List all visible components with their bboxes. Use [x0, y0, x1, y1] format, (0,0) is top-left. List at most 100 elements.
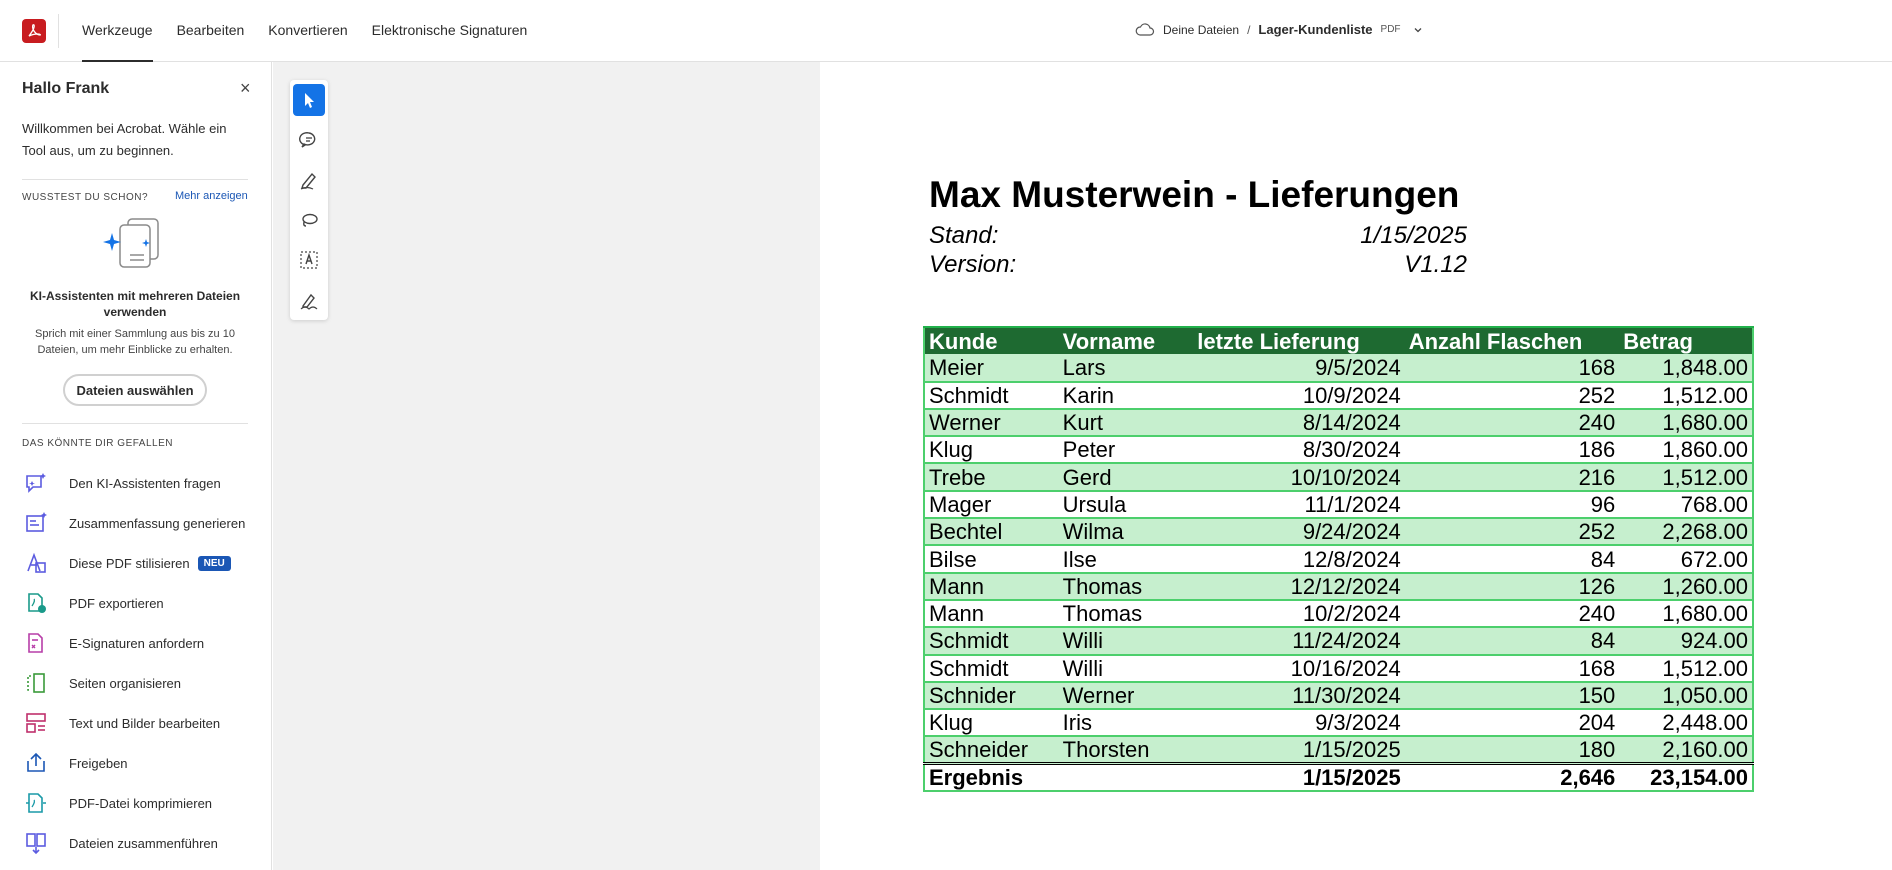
greeting-title: Hallo Frank — [22, 80, 110, 97]
tip-text: Sprich mit einer Sammlung aus bis zu 10 … — [35, 328, 235, 356]
tool-compress[interactable]: PDF-Datei komprimieren — [22, 783, 262, 823]
table-cell: Schmidt — [929, 655, 1009, 681]
header-betrag: Betrag — [1619, 325, 1753, 355]
version-value: V1.12 — [1404, 251, 1467, 278]
table-cell: 10/16/2024 — [1290, 655, 1401, 681]
close-icon[interactable]: × — [240, 78, 251, 99]
sign-tool-button[interactable] — [293, 284, 325, 316]
nav-edit[interactable]: Bearbeiten — [177, 0, 257, 62]
table-cell: Lars — [1062, 354, 1106, 380]
table-cell: 8/30/2024 — [1302, 437, 1401, 463]
acrobat-logo-icon[interactable] — [22, 19, 46, 43]
tool-edit-text-images[interactable]: Text und Bilder bearbeiten — [22, 703, 262, 743]
tool-label: Text und Bilder bearbeiten — [69, 715, 221, 731]
table-cell: Trebe — [929, 464, 986, 490]
compress-icon — [22, 789, 50, 817]
tool-merge[interactable]: Dateien zusammenführen — [22, 823, 262, 863]
tool-stylize[interactable]: Diese PDF stilisieren NEU — [22, 543, 262, 583]
table-cell: 9/5/2024 — [1315, 354, 1401, 380]
lasso-tool-button[interactable] — [293, 204, 325, 236]
table-cell: Gerd — [1062, 464, 1112, 490]
table-cell: Wilma — [1062, 519, 1124, 545]
organize-pages-icon — [22, 669, 50, 697]
table-cell: 204 — [1578, 710, 1616, 736]
table-cell: Thorsten — [1062, 737, 1150, 763]
main-nav: Werkzeuge Bearbeiten Konvertieren Elektr… — [82, 0, 551, 62]
table-cell: 1,680.00 — [1662, 410, 1748, 436]
header-anzahl-flaschen: Anzahl Flaschen — [1404, 325, 1620, 355]
draw-tool-button[interactable] — [293, 164, 325, 196]
chevron-down-icon[interactable] — [1413, 25, 1423, 35]
deliveries-table: Kunde Vorname letzte Lieferung Anzahl Fl… — [923, 325, 1754, 792]
tool-label: Zusammenfassung generieren — [69, 515, 246, 531]
stand-value: 1/15/2025 — [1360, 222, 1467, 249]
nav-convert[interactable]: Konvertieren — [268, 0, 359, 62]
table-cell: Peter — [1062, 437, 1116, 463]
draw-icon — [300, 172, 316, 190]
table-cell: 12/12/2024 — [1290, 573, 1401, 599]
table-row: Bechtel Wilma 9/24/2024 252 2,268.00 — [924, 518, 1753, 546]
total-cell: 2,646 — [1404, 762, 1620, 792]
new-badge: NEU — [197, 555, 231, 571]
table-row: Schmidt Willi 10/16/2024 168 1,512.00 — [924, 654, 1753, 682]
tool-list: Den KI-Assistenten fragen Zusammenfassun… — [22, 463, 262, 863]
show-more-link[interactable]: Mehr anzeigen — [175, 190, 248, 202]
table-cell: 2,160.00 — [1662, 737, 1748, 763]
table-cell: 11/1/2024 — [1304, 491, 1401, 517]
tool-organize[interactable]: Seiten organisieren — [22, 663, 262, 703]
select-files-button[interactable]: Dateien auswählen — [63, 374, 207, 406]
nav-tools[interactable]: Werkzeuge — [82, 0, 165, 62]
tool-share[interactable]: Freigeben — [22, 743, 262, 783]
table-cell: 8/14/2024 — [1302, 410, 1401, 436]
ai-summary-icon — [22, 509, 50, 537]
table-cell: 1/15/2025 — [1302, 737, 1401, 763]
document-name[interactable]: Lager-Kundenliste — [1258, 22, 1372, 37]
edit-text-images-icon — [22, 709, 50, 737]
table-cell: 672.00 — [1680, 546, 1748, 572]
document-title: Max Musterwein - Lieferungen — [929, 174, 1460, 215]
table-cell: Ilse — [1062, 546, 1097, 572]
table-row: Meier Lars 9/5/2024 168 1,848.00 — [924, 354, 1753, 382]
tool-ai-assistant[interactable]: Den KI-Assistenten fragen — [22, 463, 262, 503]
esign-icon — [22, 629, 50, 657]
table-cell: Thomas — [1062, 573, 1143, 599]
crumb-separator: / — [1247, 22, 1251, 37]
table-cell: Klug — [929, 710, 974, 736]
tool-label: Diese PDF stilisieren — [69, 555, 190, 571]
tool-label: Seiten organisieren — [69, 675, 182, 691]
table-row: Mann Thomas 10/2/2024 240 1,680.00 — [924, 599, 1753, 628]
table-cell: 1,050.00 — [1662, 683, 1748, 708]
tool-label: Freigeben — [69, 755, 128, 771]
tool-esign[interactable]: E-Signaturen anfordern — [22, 623, 262, 663]
tool-summary[interactable]: Zusammenfassung generieren — [22, 503, 262, 543]
top-bar: Werkzeuge Bearbeiten Konvertieren Elektr… — [0, 0, 1892, 62]
share-icon — [22, 749, 50, 777]
tip-title: KI-Assistenten mit mehreren Dateien verw… — [29, 289, 241, 319]
nav-esign[interactable]: Elektronische Signaturen — [372, 0, 540, 62]
tool-export-pdf[interactable]: PDF exportieren — [22, 583, 262, 623]
total-cell: Ergebnis — [924, 762, 1059, 792]
table-cell: Schmidt — [929, 628, 1009, 654]
table-cell: 186 — [1578, 437, 1616, 463]
comment-icon — [299, 132, 316, 148]
table-cell: 2,448.00 — [1662, 710, 1748, 736]
tool-label: Dateien zusammenführen — [69, 835, 218, 851]
multi-file-ai-illustration-icon — [103, 218, 159, 268]
comment-tool-button[interactable] — [293, 124, 325, 156]
table-row: Mann Thomas 12/12/2024 126 1,260.00 — [924, 572, 1753, 600]
table-cell: 180 — [1578, 737, 1616, 763]
table-cell: 11/24/2024 — [1292, 628, 1401, 654]
table-row: Bilse Ilse 12/8/2024 84 672.00 — [924, 545, 1753, 573]
crumb-location[interactable]: Deine Dateien — [1163, 23, 1239, 37]
select-tool-button[interactable] — [293, 84, 325, 116]
header-letzte-lieferung: letzte Lieferung — [1193, 325, 1405, 355]
text-select-tool-button[interactable] — [293, 244, 325, 276]
table-cell: 168 — [1578, 354, 1616, 380]
table-cell: Willi — [1062, 628, 1103, 654]
table-row: Schmidt Karin 10/9/2024 252 1,512.00 — [924, 381, 1753, 409]
table-cell: 84 — [1590, 628, 1616, 654]
divider — [58, 14, 59, 48]
total-row: Ergebnis 1/15/2025 2,646 23,154.00 — [924, 762, 1753, 792]
table-cell: Schmidt — [929, 382, 1009, 408]
table-cell: 216 — [1578, 464, 1616, 490]
